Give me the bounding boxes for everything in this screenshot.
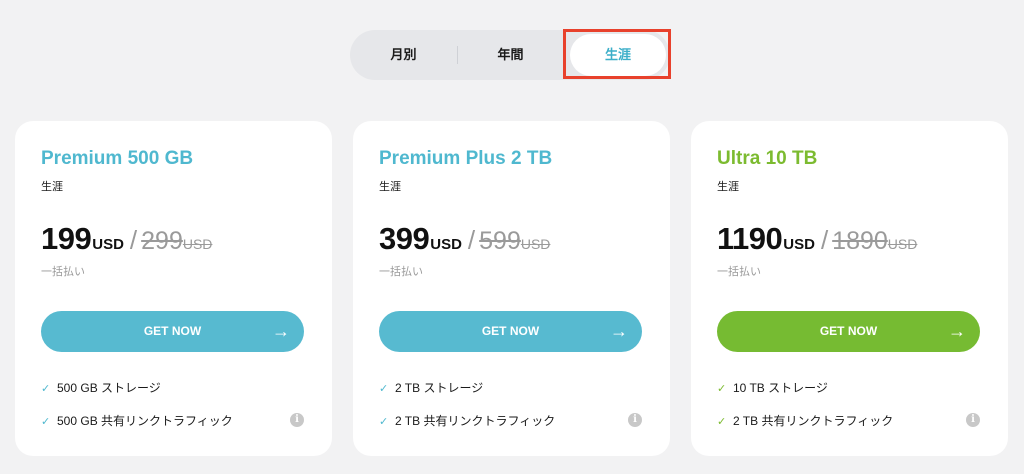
price-row: 399USD/599USD	[379, 221, 550, 261]
plan-price: 399	[379, 221, 430, 256]
plan-price: 1190	[717, 221, 783, 256]
plan-old-price: 599	[479, 227, 521, 255]
info-icon[interactable]: i	[290, 413, 304, 427]
get-now-button[interactable]: GET NOW →	[717, 311, 980, 352]
price-separator: /	[820, 225, 829, 255]
check-icon: ✓	[379, 416, 389, 428]
plan-title: Premium 500 GB	[41, 148, 194, 169]
plan-old-currency: USD	[887, 236, 918, 252]
get-now-button[interactable]: GET NOW →	[41, 311, 304, 352]
plan-price: 199	[41, 221, 92, 256]
price-row: 1190USD/1890USD	[717, 221, 917, 261]
feature-item: ✓ 500 GB 共有リンクトラフィック	[41, 412, 233, 429]
arrow-right-icon: →	[610, 321, 628, 341]
get-now-label: GET NOW	[143, 324, 202, 338]
feature-label: 2 TB 共有リンクトラフィック	[733, 414, 894, 428]
check-icon: ✓	[717, 416, 727, 428]
highlight-box	[563, 29, 671, 79]
info-icon[interactable]: i	[628, 413, 642, 427]
plan-period: 生涯	[41, 181, 63, 193]
plan-title: Ultra 10 TB	[717, 148, 818, 169]
price-separator: /	[129, 225, 138, 255]
check-icon: ✓	[379, 383, 389, 395]
billing-option-yearly[interactable]: 年間	[457, 30, 564, 80]
plan-card-premium-plus-2tb: Premium Plus 2 TB 生涯 399USD/599USD 一括払い …	[353, 121, 670, 456]
plan-period: 生涯	[717, 181, 739, 193]
feature-item: ✓ 2 TB 共有リンクトラフィック	[717, 412, 893, 429]
payment-note: 一括払い	[717, 266, 761, 278]
plan-old-currency: USD	[182, 236, 213, 252]
plan-currency: USD	[92, 236, 124, 253]
plan-currency: USD	[430, 236, 462, 253]
arrow-right-icon: →	[948, 321, 966, 341]
get-now-button[interactable]: GET NOW →	[379, 311, 642, 352]
price-row: 199USD/299USD	[41, 221, 212, 261]
plan-card-premium-500gb: Premium 500 GB 生涯 199USD/299USD 一括払い GET…	[15, 121, 332, 456]
get-now-label: GET NOW	[819, 324, 878, 338]
plan-old-price: 1890	[832, 227, 888, 255]
check-icon: ✓	[41, 383, 51, 395]
feature-item: ✓ 10 TB ストレージ	[717, 379, 828, 396]
billing-option-monthly[interactable]: 月別	[350, 30, 457, 80]
plan-title: Premium Plus 2 TB	[379, 148, 553, 169]
check-icon: ✓	[41, 416, 51, 428]
feature-label: 500 GB ストレージ	[57, 381, 161, 395]
price-separator: /	[467, 225, 476, 255]
feature-label: 500 GB 共有リンクトラフィック	[57, 414, 233, 428]
feature-label: 2 TB ストレージ	[395, 381, 484, 395]
arrow-right-icon: →	[272, 321, 290, 341]
plan-currency: USD	[783, 236, 815, 253]
plan-old-currency: USD	[520, 236, 551, 252]
plan-card-ultra-10tb: Ultra 10 TB 生涯 1190USD/1890USD 一括払い GET …	[691, 121, 1008, 456]
payment-note: 一括払い	[379, 266, 423, 278]
plan-period: 生涯	[379, 181, 401, 193]
payment-note: 一括払い	[41, 266, 85, 278]
feature-item: ✓ 500 GB ストレージ	[41, 379, 161, 396]
plan-old-price: 299	[141, 227, 183, 255]
get-now-label: GET NOW	[481, 324, 540, 338]
feature-item: ✓ 2 TB ストレージ	[379, 379, 483, 396]
check-icon: ✓	[717, 383, 727, 395]
feature-item: ✓ 2 TB 共有リンクトラフィック	[379, 412, 555, 429]
feature-label: 2 TB 共有リンクトラフィック	[395, 414, 556, 428]
feature-label: 10 TB ストレージ	[733, 381, 828, 395]
info-icon[interactable]: i	[966, 413, 980, 427]
